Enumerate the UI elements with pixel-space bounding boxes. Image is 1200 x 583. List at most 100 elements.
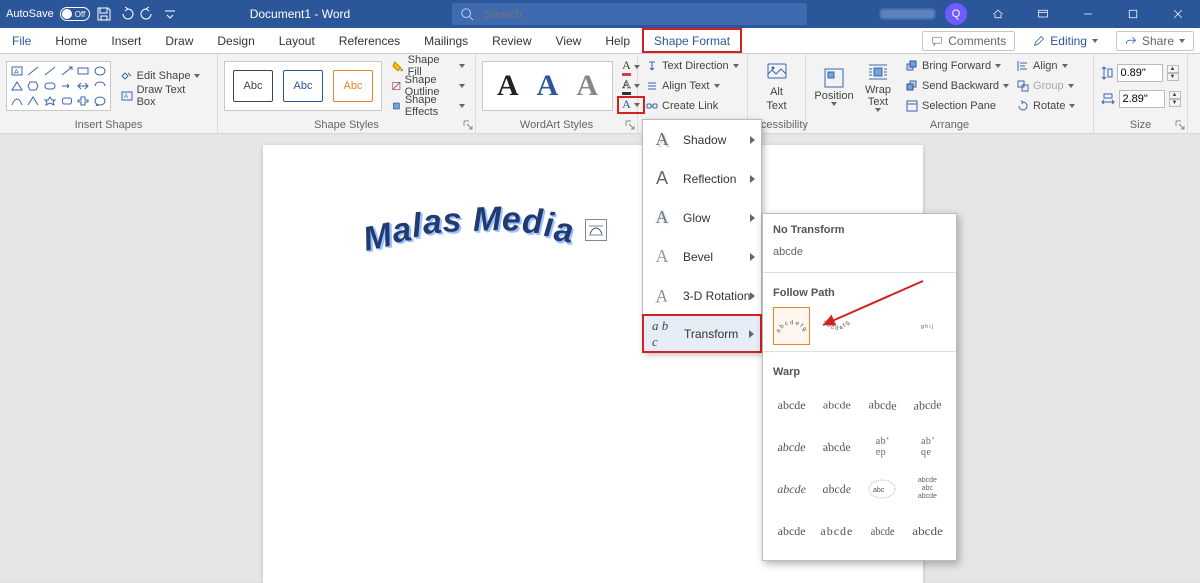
warp-9[interactable]: abcde	[773, 470, 810, 508]
autosave-toggle[interactable]: Off	[60, 7, 90, 21]
wordart-dialog-launcher[interactable]	[625, 119, 635, 129]
height-up[interactable]: ▲	[1167, 65, 1179, 73]
tab-review[interactable]: Review	[480, 28, 543, 53]
text-direction-button[interactable]: Text Direction	[644, 57, 741, 75]
head-warp: Warp	[763, 356, 956, 384]
group-button[interactable]: Group	[1015, 77, 1077, 95]
width-input[interactable]	[1119, 90, 1165, 108]
shape-styles-dialog-launcher[interactable]	[463, 119, 473, 129]
shape-height-field[interactable]: ▲▼	[1101, 64, 1181, 82]
follow-path-button[interactable]: a b c d e f g h i j k l m ng h i j	[909, 307, 946, 345]
position-button[interactable]: Position	[812, 66, 856, 106]
menu-shadow[interactable]: AShadow	[643, 120, 761, 159]
shape-effects-button[interactable]: Shape Effects	[388, 97, 469, 115]
shapes-gallery[interactable]: A	[6, 61, 111, 111]
wrap-text-button[interactable]: WrapText	[856, 60, 900, 112]
draw-text-box-button[interactable]: ADraw Text Box	[117, 87, 211, 105]
edit-shape-button[interactable]: Edit Shape	[117, 67, 211, 85]
tab-mailings[interactable]: Mailings	[412, 28, 480, 53]
close-button[interactable]	[1155, 0, 1200, 28]
shape-fill-button[interactable]: Shape Fill	[388, 57, 469, 75]
search-box[interactable]	[452, 3, 807, 25]
rotate-button[interactable]: Rotate	[1015, 97, 1077, 115]
align-button[interactable]: Align	[1015, 57, 1077, 75]
menu-glow[interactable]: AGlow	[643, 198, 761, 237]
comments-button[interactable]: Comments	[922, 31, 1015, 51]
warp-1[interactable]: abcde	[773, 386, 810, 424]
menu-reflection[interactable]: AReflection	[643, 159, 761, 198]
width-up[interactable]: ▲	[1169, 91, 1181, 99]
group-label-wordart: WordArt Styles	[476, 117, 637, 133]
warp-2[interactable]: abcde	[818, 389, 855, 421]
shape-outline-button[interactable]: Shape Outline	[388, 77, 469, 95]
text-effects-menu: AShadow AReflection AGlow ABevel A3-D Ro…	[642, 119, 762, 353]
account-avatar[interactable]: Q	[945, 3, 967, 25]
height-down[interactable]: ▼	[1167, 73, 1179, 81]
wordart-style-3[interactable]: A	[576, 69, 598, 103]
group-wordart-styles: A A A A A A WordArt Styles	[476, 54, 638, 133]
bring-forward-button[interactable]: Bring Forward	[904, 57, 1011, 75]
warp-7[interactable]: a b ʻɐ p	[864, 428, 901, 466]
tab-home[interactable]: Home	[43, 28, 99, 53]
warp-16[interactable]: abcde	[907, 512, 948, 550]
menu-bevel[interactable]: ABevel	[643, 237, 761, 276]
size-dialog-launcher[interactable]	[1175, 119, 1185, 129]
width-down[interactable]: ▼	[1169, 99, 1181, 107]
tab-help[interactable]: Help	[593, 28, 642, 53]
wordart-style-1[interactable]: A	[497, 69, 519, 103]
tab-view[interactable]: View	[544, 28, 594, 53]
editing-mode-button[interactable]: Editing	[1025, 31, 1106, 51]
shape-style-1[interactable]: Abc	[233, 70, 273, 102]
no-transform-option[interactable]: abcde	[763, 242, 956, 268]
selection-pane-button[interactable]: Selection Pane	[904, 97, 1011, 115]
tab-references[interactable]: References	[327, 28, 412, 53]
wordart-gallery[interactable]: A A A	[482, 61, 613, 111]
search-input[interactable]	[482, 6, 807, 22]
document-canvas[interactable]: Malas Media	[0, 134, 1200, 582]
warp-10[interactable]: abcde	[816, 470, 859, 508]
warp-11[interactable]: abc	[864, 470, 901, 508]
minimize-button[interactable]	[1065, 0, 1110, 28]
svg-text:a b c d e f g h i j k l m n: a b c d e f g h i j k l m n	[910, 309, 944, 311]
warp-13[interactable]: abcde	[773, 512, 810, 550]
shape-style-2[interactable]: Abc	[283, 70, 323, 102]
tab-layout[interactable]: Layout	[267, 28, 327, 53]
warp-14[interactable]: abcde	[818, 512, 855, 550]
ribbon-options-icon[interactable]	[975, 0, 1020, 28]
send-backward-button[interactable]: Send Backward	[904, 77, 1011, 95]
tab-file[interactable]: File	[0, 28, 43, 53]
redo-icon[interactable]	[140, 6, 156, 22]
tab-insert[interactable]: Insert	[99, 28, 153, 53]
warp-8[interactable]: a b ʼq e	[909, 428, 946, 466]
warp-5[interactable]: abcde	[771, 428, 812, 466]
tab-draw[interactable]: Draw	[153, 28, 205, 53]
alt-text-button[interactable]: AltText	[765, 60, 789, 112]
warp-4[interactable]: abcde	[909, 385, 946, 425]
maximize-button[interactable]	[1110, 0, 1155, 28]
undo-icon[interactable]	[118, 6, 134, 22]
warp-12[interactable]: abcdeabcabcde	[909, 470, 946, 508]
shape-style-3[interactable]: Abc	[333, 70, 373, 102]
menu-3d-rotation[interactable]: A3-D Rotation	[643, 276, 761, 315]
shape-width-field[interactable]: ▲▼	[1101, 90, 1181, 108]
follow-path-circle[interactable]: a b c d e f g h i j k l m	[864, 307, 901, 345]
wordart-text[interactable]: Malas Media	[362, 201, 575, 247]
create-link-button[interactable]: Create Link	[644, 97, 741, 115]
follow-path-arch-down[interactable]: a b c d e f g	[818, 307, 855, 345]
tab-design[interactable]: Design	[205, 28, 266, 53]
tab-shape-format[interactable]: Shape Format	[642, 28, 742, 53]
warp-15[interactable]: abcde	[866, 512, 898, 550]
warp-3[interactable]: abcde	[864, 385, 901, 425]
layout-options-icon[interactable]	[585, 219, 607, 241]
shape-style-gallery[interactable]: Abc Abc Abc	[224, 61, 382, 111]
align-text-button[interactable]: Align Text	[644, 77, 741, 95]
warp-6[interactable]: abcde	[816, 428, 857, 466]
wordart-style-2[interactable]: A	[537, 69, 559, 103]
save-icon[interactable]	[96, 6, 112, 22]
height-input[interactable]	[1117, 64, 1163, 82]
menu-transform[interactable]: a b cTransform	[642, 314, 762, 353]
qat-dropdown-icon[interactable]	[162, 6, 178, 22]
share-button[interactable]: Share	[1116, 31, 1194, 51]
ribbon-display-icon[interactable]	[1020, 0, 1065, 28]
follow-path-arch-up[interactable]: a b c d e f g	[773, 307, 810, 345]
